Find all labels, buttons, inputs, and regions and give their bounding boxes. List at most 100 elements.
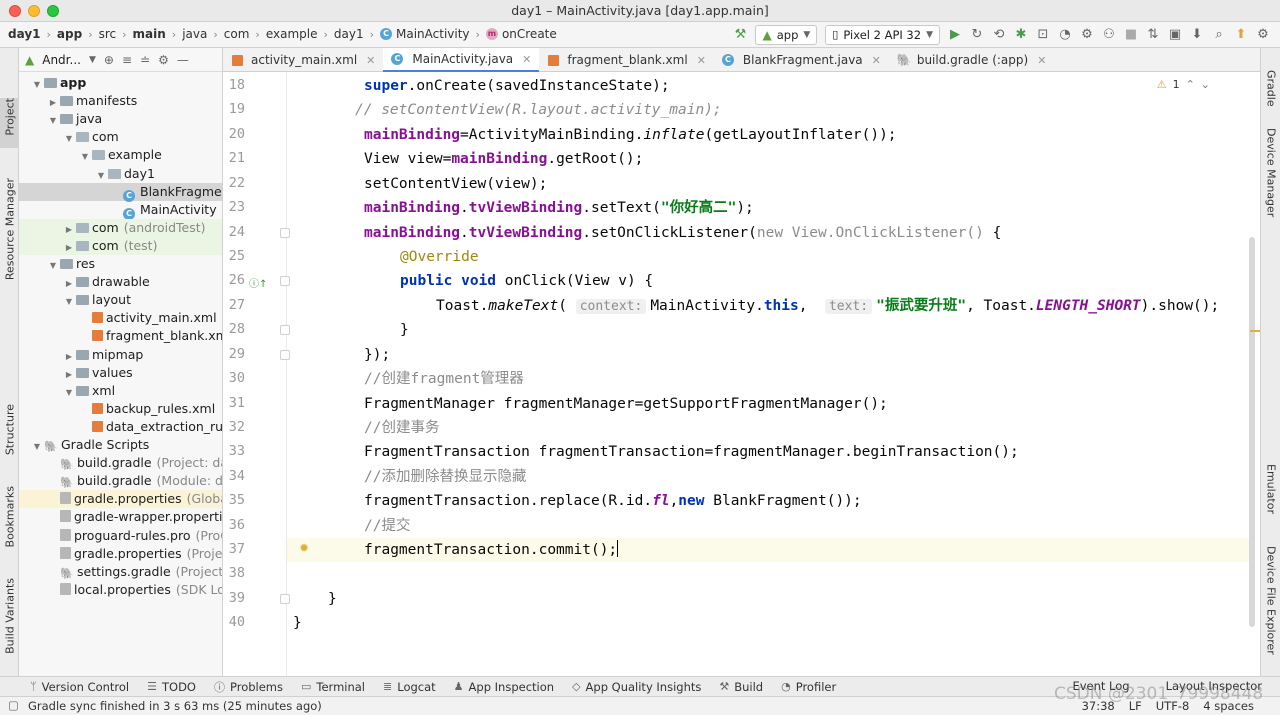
status-panel-icon[interactable]: ▢ [8,698,19,712]
tree-item[interactable]: C MainActivity [19,201,222,220]
profile-icon[interactable]: ◔ [1054,24,1076,46]
breadcrumb-item[interactable]: day1 [334,27,364,41]
tree-item[interactable]: ▼ day1 [19,165,222,183]
close-icon[interactable]: ✕ [366,54,375,67]
code-editor[interactable]: 18 19 20 21 22 23 24 25 26 27 28 29 30 31 32 33 34 35 36 37… [223,72,1260,676]
breadcrumb-item[interactable]: com [224,27,250,41]
tree-item[interactable]: backup_rules.xml [19,400,222,418]
debug-attach-icon[interactable]: ⚇ [1098,24,1120,46]
tree-item[interactable]: ▶ manifests [19,92,222,110]
project-view-select[interactable]: Andr... [42,53,81,67]
fold-marker-icon[interactable] [280,325,290,335]
tree-item[interactable]: gradle.properties(Global P [19,490,222,509]
close-icon[interactable]: ✕ [522,53,531,66]
tree-item[interactable]: ▶ com (androidTest) [19,218,222,237]
run-tests-coverage-icon[interactable]: ⚙ [1076,24,1098,46]
run-configuration-select[interactable]: ▲ app ▼ [755,25,818,45]
code-area[interactable]: super.onCreate(savedInstanceState); // s… [293,72,1253,676]
tool-tab-resource-manager[interactable]: Resource Manager [0,178,19,288]
search-icon[interactable]: ⌕ [1208,24,1230,46]
tool-tab-device-manager[interactable]: Device Manager [1261,128,1280,238]
gear-icon[interactable]: ⚙ [158,53,169,67]
expand-all-icon[interactable]: ≡ [122,53,132,67]
tab-mainactivity-java[interactable]: C MainActivity.java ✕ [383,48,540,72]
tree-item[interactable]: activity_main.xml [19,309,222,327]
locate-icon[interactable]: ⊕ [104,53,114,67]
breadcrumb-item[interactable]: example [266,27,318,41]
tool-app-inspection[interactable]: ♟ App Inspection [454,680,554,694]
breadcrumb-item[interactable]: src [99,27,117,41]
tree-item[interactable]: ▼ res [19,255,222,273]
breadcrumb-item[interactable]: day1 [8,27,41,41]
breadcrumb-item[interactable]: app [57,27,82,41]
tool-tab-build-variants[interactable]: Build Variants [0,578,19,654]
tool-version-control[interactable]: ᛘ Version Control [30,680,129,694]
close-icon[interactable]: ✕ [1037,54,1046,67]
device-select[interactable]: ▯ Pixel 2 API 32 ▼ [825,25,940,45]
tree-item[interactable]: ▶ drawable [19,273,222,291]
tool-todo[interactable]: ☰ TODO [147,680,196,694]
tree-item[interactable]: gradle.properties(Project [19,545,222,563]
vertical-scrollbar[interactable] [1249,237,1255,627]
tool-tab-bookmarks[interactable]: Bookmarks [0,486,19,547]
tree-item[interactable]: ▼ app [19,74,222,92]
tab-blankfragment-java[interactable]: C BlankFragment.java ✕ [714,48,889,72]
chevron-down-icon[interactable]: ▼ [89,55,96,65]
tree-item[interactable]: ▶ values [19,364,222,382]
attach-debugger-icon[interactable]: ⊡ [1032,24,1054,46]
collapse-all-icon[interactable]: ≐ [140,53,150,67]
tool-profiler[interactable]: ◔ Profiler [781,680,836,694]
tree-item[interactable]: ▼ 🐘 Gradle Scripts [19,436,222,454]
apply-changes-icon[interactable]: ↻ [966,24,988,46]
tab-fragment-blank-xml[interactable]: fragment_blank.xml ✕ [539,48,714,72]
inspection-widget[interactable]: ⚠ 1 ⌃ ⌄ [1157,78,1210,91]
device-manager-icon[interactable]: ▣ [1164,24,1186,46]
tool-logcat[interactable]: ≣ Logcat [383,680,436,694]
tool-build[interactable]: ⚒ Build [719,680,763,694]
tree-item[interactable]: proguard-rules.pro(ProGua [19,527,222,545]
hide-icon[interactable]: — [177,53,189,67]
tool-tab-device-file-explorer[interactable]: Device File Explorer [1261,546,1280,666]
scrollbar-warning-marker[interactable] [1250,330,1260,332]
fold-marker-icon[interactable] [280,276,290,286]
close-icon[interactable]: ✕ [872,54,881,67]
tree-item[interactable]: ▼ java [19,110,222,128]
tree-item[interactable]: 🐘settings.gradle(Project Se [19,563,222,581]
previous-highlight-icon[interactable]: ⌃ [1186,78,1195,91]
tree-item[interactable]: ▶ com (test) [19,236,222,255]
tool-terminal[interactable]: ▭ Terminal [301,680,365,694]
tree-item[interactable]: ▼ example [19,146,222,164]
sync-gradle-icon[interactable]: ⇅ [1142,24,1164,46]
run-icon[interactable]: ▶ [944,24,966,46]
sdk-manager-icon[interactable]: ⬇ [1186,24,1208,46]
make-project-hammer-icon[interactable]: ⚒ [729,24,751,46]
breadcrumb-item[interactable]: onCreate [502,27,557,41]
breadcrumb-item[interactable]: java [182,27,207,41]
breadcrumb-item[interactable]: main [133,27,166,41]
tree-item[interactable]: data_extraction_rules [19,418,222,436]
override-gutter-icon[interactable]: ⓘ↑ [249,275,267,290]
tree-item[interactable]: ▼ com [19,128,222,146]
tree-item[interactable]: 🐘build.gradle(Project: day1 [19,454,222,472]
close-icon[interactable]: ✕ [697,54,706,67]
tab-build-gradle-app[interactable]: 🐘 build.gradle (:app) ✕ [889,48,1055,72]
settings-gear-icon[interactable]: ⚙ [1252,24,1274,46]
tree-item[interactable]: gradle-wrapper.properties [19,508,222,526]
tree-item[interactable]: local.properties(SDK Loca [19,581,222,599]
updates-icon[interactable]: ⬆ [1230,24,1252,46]
tree-item[interactable]: CBlankFragment [19,182,222,202]
status-message[interactable]: Gradle sync finished in 3 s 63 ms (25 mi… [28,699,322,713]
fold-marker-icon[interactable] [280,350,290,360]
tree-item[interactable]: ▼ xml [19,382,222,400]
tool-tab-project[interactable]: Project [0,98,19,148]
stop-icon[interactable]: ■ [1120,24,1142,46]
breadcrumb-item[interactable]: MainActivity [396,27,470,41]
tool-tab-structure[interactable]: Structure [0,404,19,464]
tool-tab-emulator[interactable]: Emulator [1261,464,1280,524]
tree-item[interactable]: fragment_blank.xml [19,327,222,345]
tab-activity-main-xml[interactable]: activity_main.xml ✕ [223,48,383,72]
tool-app-quality-insights[interactable]: ◇ App Quality Insights [572,680,701,694]
debug-icon[interactable]: ✱ [1010,24,1032,46]
fold-marker-icon[interactable] [280,594,290,604]
tree-item[interactable]: 🐘build.gradle(Module: day1 [19,472,222,490]
